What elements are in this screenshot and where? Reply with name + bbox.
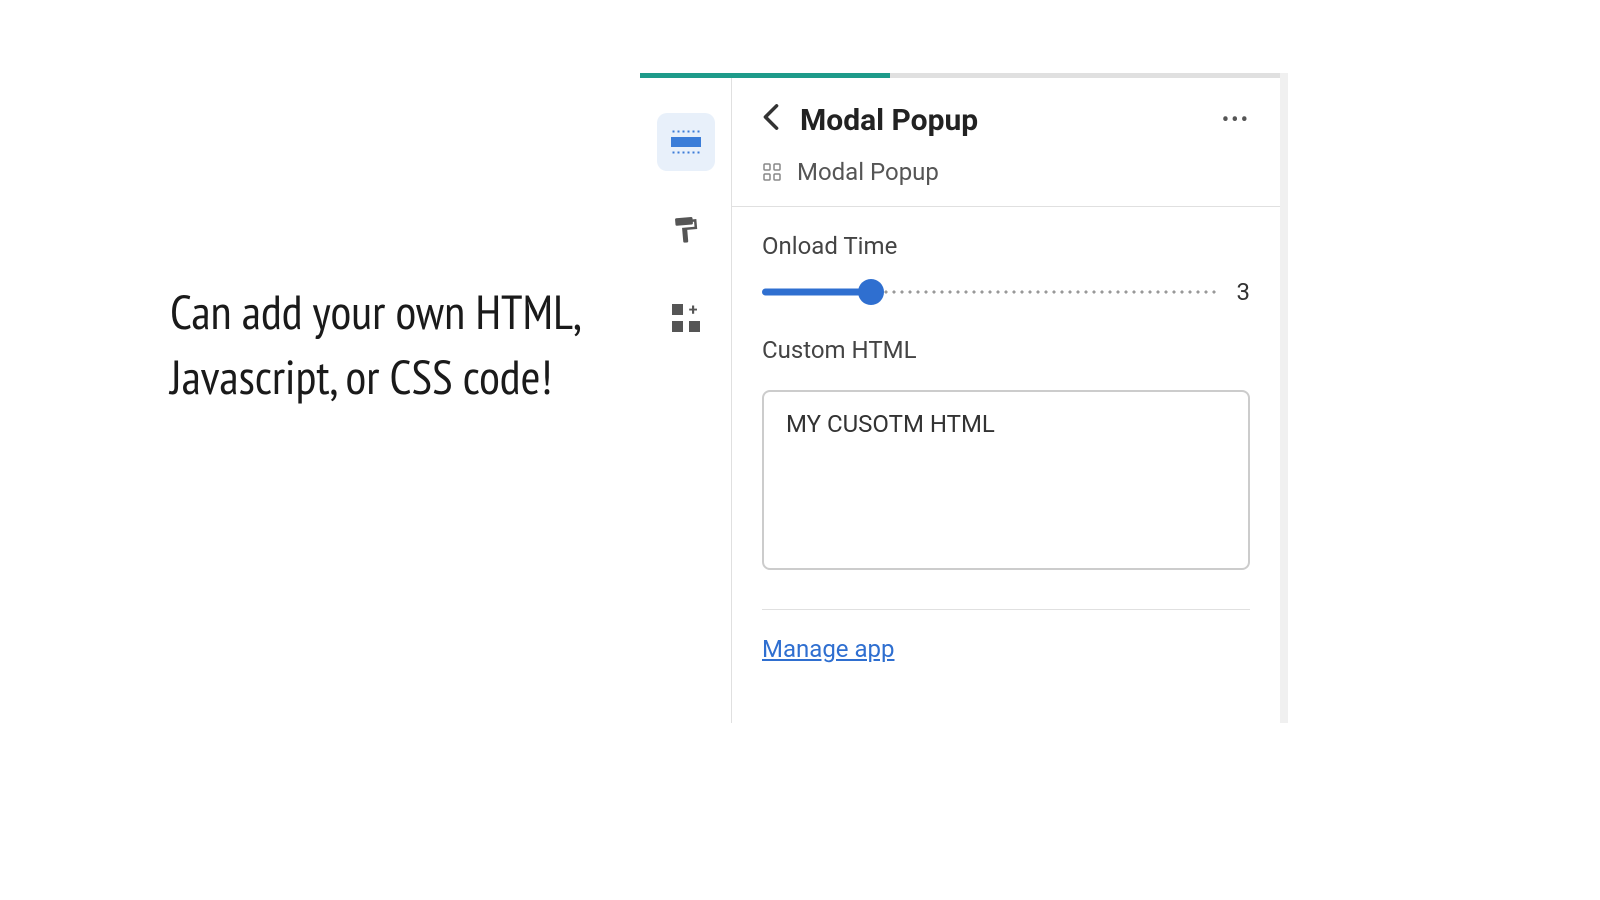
onload-time-slider[interactable] xyxy=(762,280,1217,304)
settings-panel: + Modal Popup ••• Modal Popup Onloa xyxy=(640,73,1280,723)
main-panel: Modal Popup ••• Modal Popup Onload Time xyxy=(732,73,1280,723)
paint-roller-icon xyxy=(669,214,702,247)
custom-html-label: Custom HTML xyxy=(762,336,1250,364)
rail-section-icon[interactable] xyxy=(657,113,715,171)
side-rail: + xyxy=(640,73,732,723)
more-options-button[interactable]: ••• xyxy=(1222,108,1250,133)
section-icon xyxy=(671,130,701,154)
dots-horizontal-icon: ••• xyxy=(1222,108,1250,133)
onload-time-value: 3 xyxy=(1237,278,1251,306)
chevron-left-icon xyxy=(762,103,780,131)
onload-time-label: Onload Time xyxy=(762,232,1250,260)
scrollbar-track[interactable] xyxy=(1280,73,1288,723)
manage-app-link[interactable]: Manage app xyxy=(762,635,894,663)
slider-thumb[interactable] xyxy=(858,279,884,305)
breadcrumb[interactable]: Modal Popup xyxy=(732,158,1280,206)
breadcrumb-label: Modal Popup xyxy=(797,158,939,186)
footer-divider xyxy=(762,609,1250,610)
custom-html-field: Custom HTML xyxy=(732,316,1280,364)
panel-header: Modal Popup ••• xyxy=(732,73,1280,158)
back-button[interactable] xyxy=(762,103,780,138)
rail-style-icon[interactable] xyxy=(657,201,715,259)
onload-time-field: Onload Time 3 xyxy=(732,207,1280,316)
slider-fill xyxy=(762,289,871,296)
component-icon xyxy=(762,162,782,182)
slide-caption: Can add your own HTML, Javascript, or CS… xyxy=(170,280,620,410)
custom-html-input[interactable] xyxy=(762,390,1250,570)
panel-title: Modal Popup xyxy=(800,103,1222,138)
apps-grid-icon: + xyxy=(672,304,700,332)
rail-apps-icon[interactable]: + xyxy=(657,289,715,347)
